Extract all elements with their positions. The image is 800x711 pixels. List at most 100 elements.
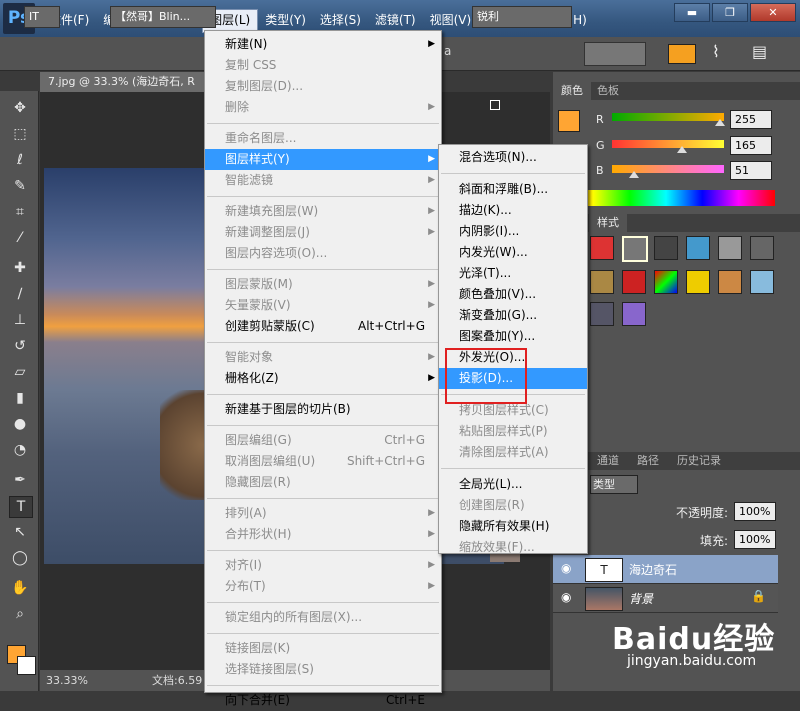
layer-name[interactable]: 背景 <box>629 590 653 607</box>
menu-item[interactable]: 新建填充图层(W) ▶ <box>205 201 441 222</box>
menu-item[interactable]: 隐藏图层(R) <box>205 472 441 493</box>
tab-color[interactable]: 颜色 <box>553 82 591 100</box>
crop-tool-icon[interactable]: ⌗ <box>9 202 31 222</box>
style-swatch[interactable] <box>590 302 614 326</box>
menu-item[interactable]: 重命名图层... <box>205 128 441 149</box>
brush-tool-icon[interactable]: ∕ <box>9 284 31 304</box>
menu-item[interactable]: 排列(A) ▶ <box>205 503 441 524</box>
style-swatch[interactable] <box>750 236 774 260</box>
style-swatch[interactable] <box>718 236 742 260</box>
tab-styles[interactable]: 样式 <box>589 214 627 232</box>
zoom-level[interactable]: 33.33% <box>46 670 88 691</box>
text-bounding-handle[interactable] <box>490 100 500 110</box>
restore-button[interactable]: ❐ <box>712 3 748 22</box>
type-tool-icon[interactable]: T <box>9 496 33 518</box>
menu-item[interactable]: 新建(N) ▶ <box>205 34 441 55</box>
menu-item[interactable]: 创建剪贴蒙版(C) Alt+Ctrl+G <box>205 316 441 337</box>
style-swatch[interactable] <box>622 302 646 326</box>
font-family-select[interactable]: 【然哥】Blin... <box>110 6 216 28</box>
slider-thumb[interactable] <box>676 146 687 153</box>
menu-item[interactable]: 锁定组内的所有图层(X)... <box>205 607 441 628</box>
style-swatch[interactable] <box>686 236 710 260</box>
menu-item[interactable]: 图案叠加(Y)... <box>439 326 587 347</box>
layer-row[interactable]: ◉ 背景 🔒 <box>553 584 778 613</box>
style-swatch[interactable] <box>750 270 774 294</box>
zoom-tool-icon[interactable]: ⌕ <box>9 604 31 624</box>
menu-item[interactable]: 颜色叠加(V)... <box>439 284 587 305</box>
menu-item[interactable]: 栅格化(Z) ▶ <box>205 368 441 389</box>
menu-5[interactable]: 选择(S) <box>313 9 368 31</box>
character-panel-icon[interactable]: ▤ <box>752 42 767 61</box>
move-tool-icon[interactable]: ✥ <box>9 98 31 118</box>
layer-name[interactable]: 海边奇石 <box>629 561 677 578</box>
menu-item[interactable]: 向下合并(E) Ctrl+E <box>205 690 441 711</box>
channel-b-slider[interactable] <box>612 165 724 178</box>
quick-select-tool-icon[interactable]: ✎ <box>9 176 31 196</box>
slider-thumb[interactable] <box>715 119 725 126</box>
style-swatch[interactable] <box>622 270 646 294</box>
eye-icon[interactable]: ◉ <box>561 561 571 575</box>
text-tool-preset-icon[interactable]: IT <box>24 6 60 28</box>
menu-item[interactable]: 全局光(L)... <box>439 474 587 495</box>
eraser-tool-icon[interactable]: ▱ <box>9 362 31 382</box>
menu-item[interactable]: 混合选项(N)... <box>439 147 587 168</box>
antialias-select[interactable]: 锐利 <box>472 6 572 28</box>
tab-channels[interactable]: 通道 <box>589 452 627 470</box>
menu-item[interactable]: 粘贴图层样式(P) <box>439 421 587 442</box>
layer-row[interactable]: ◉ T 海边奇石 <box>553 555 778 584</box>
channel-r-value[interactable]: 255 <box>730 110 772 129</box>
channel-r-slider[interactable] <box>612 113 725 126</box>
menu-item[interactable]: 斜面和浮雕(B)... <box>439 179 587 200</box>
menu-item[interactable]: 选择链接图层(S) <box>205 659 441 680</box>
lasso-tool-icon[interactable]: ℓ <box>9 150 31 170</box>
menu-item[interactable]: 图层编组(G) Ctrl+G <box>205 430 441 451</box>
tab-swatches[interactable]: 色板 <box>589 82 627 100</box>
channel-g-slider[interactable] <box>612 140 724 153</box>
menu-item[interactable]: 清除图层样式(A) <box>439 442 587 463</box>
pen-tool-icon[interactable]: ✒ <box>9 470 31 490</box>
eye-icon[interactable]: ◉ <box>561 590 571 604</box>
opacity-input[interactable]: 100% <box>734 502 776 521</box>
healing-tool-icon[interactable]: ✚ <box>9 258 31 278</box>
menu-item[interactable]: 缩放效果(F)... <box>439 537 587 558</box>
minimize-button[interactable]: ▬ <box>674 3 710 22</box>
menu-item[interactable]: 删除 ▶ <box>205 97 441 118</box>
warp-text-icon[interactable]: ⌇ <box>712 42 720 61</box>
style-swatch[interactable] <box>590 236 614 260</box>
gradient-tool-icon[interactable]: ▮ <box>9 388 31 408</box>
menu-item[interactable]: 渐变叠加(G)... <box>439 305 587 326</box>
blur-tool-icon[interactable]: ● <box>9 414 31 434</box>
style-swatch[interactable] <box>686 270 710 294</box>
menu-item[interactable]: 对齐(I) ▶ <box>205 555 441 576</box>
menu-item[interactable]: 矢量蒙版(V) ▶ <box>205 295 441 316</box>
history-brush-icon[interactable]: ↺ <box>9 336 31 356</box>
slider-thumb[interactable] <box>628 171 639 178</box>
menu-item[interactable]: 描边(K)... <box>439 200 587 221</box>
menu-6[interactable]: 滤镜(T) <box>368 9 423 31</box>
background-color-swatch[interactable] <box>17 656 36 675</box>
text-color-swatch[interactable] <box>668 44 696 64</box>
menu-item[interactable]: 复制 CSS <box>205 55 441 76</box>
menu-4[interactable]: 类型(Y) <box>258 9 313 31</box>
style-swatch[interactable] <box>590 270 614 294</box>
layer-filter-select[interactable]: 类型 <box>590 475 638 494</box>
menu-item[interactable]: 隐藏所有效果(H) <box>439 516 587 537</box>
menu-item[interactable]: 创建图层(R) <box>439 495 587 516</box>
menu-item[interactable]: 图层样式(Y) ▶ <box>205 149 441 170</box>
menu-item[interactable]: 取消图层编组(U) Shift+Ctrl+G <box>205 451 441 472</box>
close-button[interactable]: ✕ <box>750 3 796 22</box>
menu-item[interactable]: 智能对象 ▶ <box>205 347 441 368</box>
menu-item[interactable]: 图层蒙版(M) ▶ <box>205 274 441 295</box>
tab-paths[interactable]: 路径 <box>629 452 667 470</box>
tab-history[interactable]: 历史记录 <box>669 452 729 470</box>
menu-item[interactable]: 内发光(W)... <box>439 242 587 263</box>
color-panel-fg-swatch[interactable] <box>558 110 580 132</box>
menu-item[interactable]: 光泽(T)... <box>439 263 587 284</box>
path-select-tool-icon[interactable]: ↖ <box>9 522 31 542</box>
document-tab[interactable]: 7.jpg @ 33.3% (海边奇石, R <box>40 72 218 92</box>
style-swatch[interactable] <box>654 270 678 294</box>
menu-item[interactable]: 智能滤镜 ▶ <box>205 170 441 191</box>
hand-tool-icon[interactable]: ✋ <box>9 578 31 598</box>
dodge-tool-icon[interactable]: ◔ <box>9 440 31 460</box>
menu-item[interactable]: 复制图层(D)... <box>205 76 441 97</box>
